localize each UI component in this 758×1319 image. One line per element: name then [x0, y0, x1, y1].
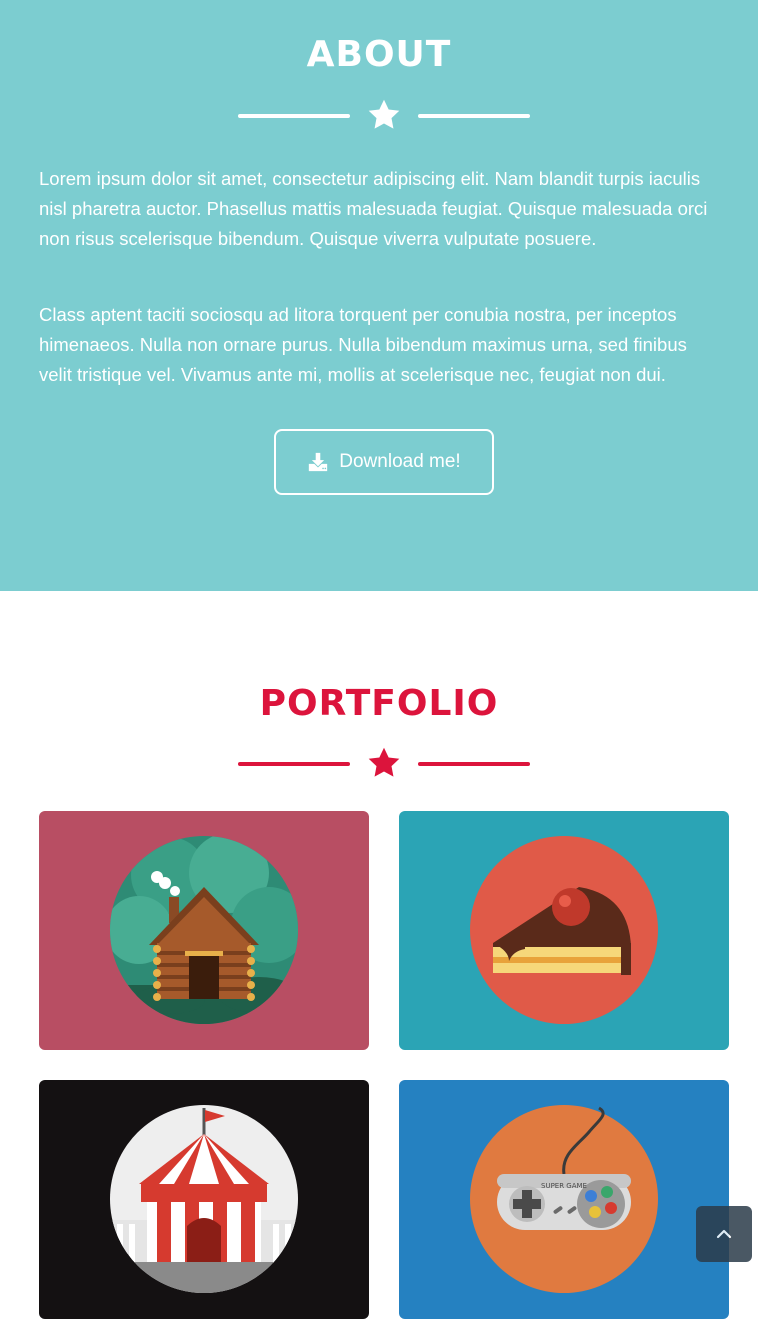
portfolio-item-game-controller[interactable]: SUPER GAME — [399, 1080, 729, 1319]
star-icon — [368, 99, 400, 129]
about-title: ABOUT — [306, 34, 452, 75]
cabin-icon — [110, 836, 298, 1024]
star-icon — [368, 747, 400, 777]
portfolio-item-cake[interactable] — [399, 811, 729, 1050]
portfolio-item-circus-tent[interactable] — [39, 1080, 369, 1319]
cake-icon — [470, 836, 658, 1024]
about-paragraph-1: Lorem ipsum dolor sit amet, consectetur … — [39, 168, 708, 249]
download-icon — [309, 452, 328, 472]
divider-line — [418, 114, 530, 118]
download-button-label: Download me! — [339, 451, 461, 472]
about-section: ABOUT Lorem ipsum dolor sit amet, consec… — [0, 0, 758, 591]
chevron-up-icon — [716, 1229, 732, 1239]
controller-brand-text: SUPER GAME — [541, 1182, 587, 1190]
download-button[interactable]: Download me! — [274, 429, 494, 495]
game-controller-icon: SUPER GAME — [470, 1105, 658, 1293]
divider-line — [238, 114, 350, 118]
scroll-to-top-button[interactable] — [696, 1206, 752, 1262]
divider-line — [238, 762, 350, 766]
portfolio-item-cabin[interactable] — [39, 811, 369, 1050]
circus-tent-icon — [110, 1105, 298, 1293]
portfolio-title: PORTFOLIO — [259, 683, 499, 724]
portfolio-divider — [238, 744, 530, 784]
about-divider — [238, 96, 530, 136]
divider-line — [418, 762, 530, 766]
about-paragraph-2: Class aptent taciti sociosqu ad litora t… — [39, 304, 687, 385]
